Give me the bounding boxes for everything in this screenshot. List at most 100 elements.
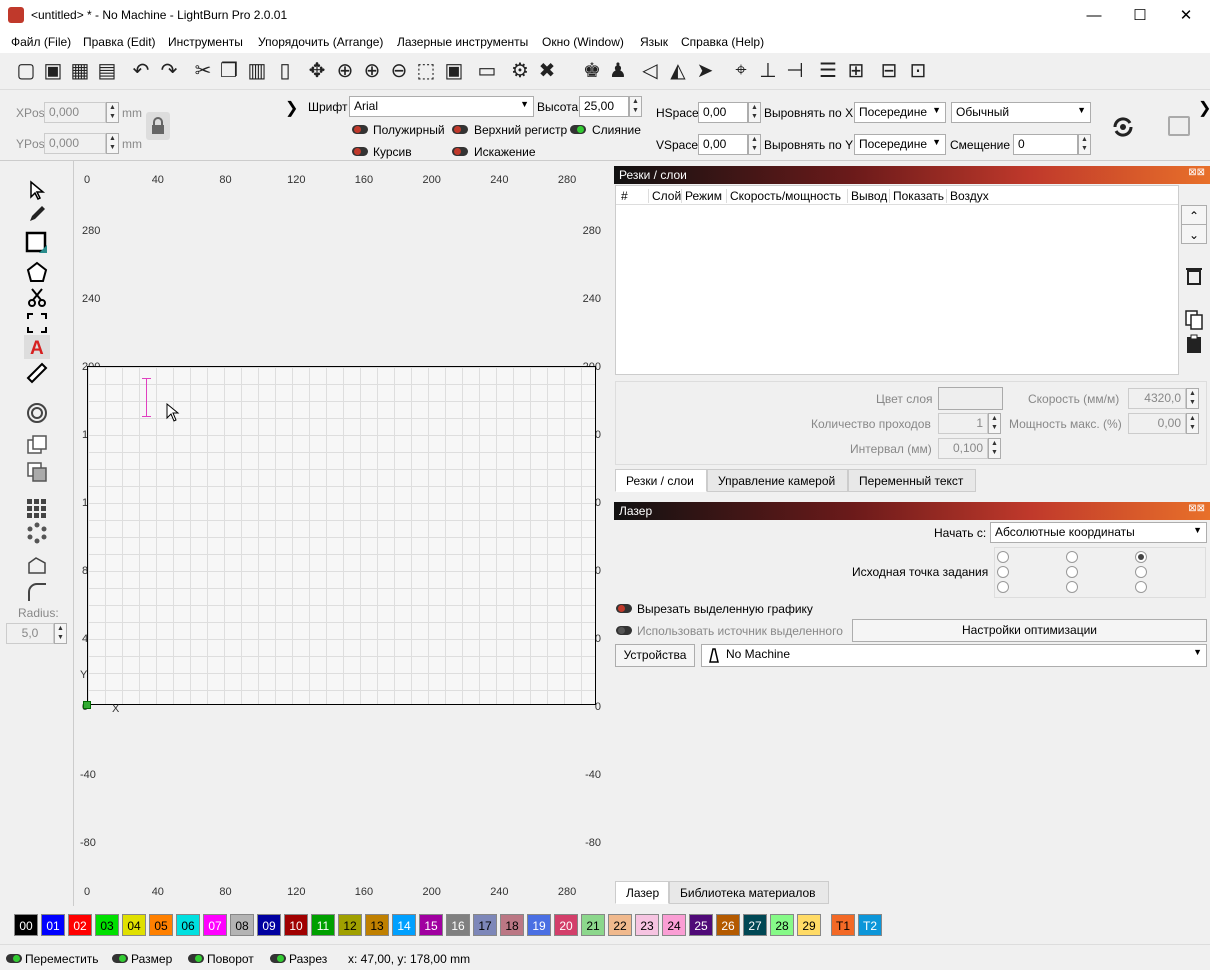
- passes-input[interactable]: 1: [938, 413, 988, 434]
- align-h-icon[interactable]: ☰: [815, 57, 841, 83]
- color-swatch-07[interactable]: 07: [203, 914, 227, 936]
- circular-array-icon[interactable]: [24, 521, 50, 545]
- color-swatch-10[interactable]: 10: [284, 914, 308, 936]
- cut-toggle[interactable]: [270, 954, 286, 963]
- cuts-column-header[interactable]: #: [621, 189, 628, 203]
- delete-icon[interactable]: ▯: [272, 57, 298, 83]
- distribute-icon[interactable]: ⊣: [782, 57, 808, 83]
- color-swatch-08[interactable]: 08: [230, 914, 254, 936]
- pen-tool-icon[interactable]: [24, 202, 50, 226]
- height-spinner[interactable]: ▲ ▼: [629, 96, 642, 117]
- color-swatch-18[interactable]: 18: [500, 914, 524, 936]
- send-icon[interactable]: ➤: [692, 57, 718, 83]
- cuts-column-header[interactable]: Вывод: [847, 189, 887, 203]
- align-v-icon[interactable]: ⊞: [843, 57, 869, 83]
- rotate-shape-icon[interactable]: [24, 554, 50, 578]
- height-input[interactable]: 25,00: [579, 96, 629, 117]
- offset-shape-icon[interactable]: [24, 401, 50, 425]
- radius-spinner[interactable]: ▲ ▼: [54, 623, 67, 644]
- undo-icon[interactable]: ↶: [128, 57, 154, 83]
- color-swatch-24[interactable]: 24: [662, 914, 686, 936]
- polygon-tool-icon[interactable]: [24, 260, 50, 284]
- color-swatch-17[interactable]: 17: [473, 914, 497, 936]
- copy-icon[interactable]: ❐: [216, 57, 242, 83]
- save-icon[interactable]: ▦: [67, 57, 93, 83]
- zoom-out-icon[interactable]: ⊖: [386, 57, 412, 83]
- hspace-spinner[interactable]: ▲ ▼: [748, 102, 761, 123]
- boolean-icon[interactable]: [24, 460, 50, 484]
- interval-input[interactable]: 0,100: [938, 438, 988, 459]
- rotate-toggle[interactable]: [188, 954, 204, 963]
- align-icon[interactable]: ◁: [637, 57, 663, 83]
- panel-close-icon[interactable]: ⊠⊠: [1188, 503, 1205, 514]
- devices-button[interactable]: Устройства: [615, 644, 695, 667]
- maximize-button[interactable]: ☐: [1117, 0, 1163, 31]
- tab-laser[interactable]: Лазер: [615, 881, 669, 904]
- paste-layer-icon[interactable]: [1185, 334, 1203, 357]
- color-swatch-02[interactable]: 02: [68, 914, 92, 936]
- menu-tools[interactable]: Инструменты: [168, 35, 243, 49]
- origin-mid-left[interactable]: [997, 566, 1009, 578]
- ungroup-icon[interactable]: ⊡: [905, 57, 931, 83]
- color-swatch-27[interactable]: 27: [743, 914, 767, 936]
- start-from-select[interactable]: Абсолютные координаты ▼: [990, 522, 1207, 543]
- mirror-icon[interactable]: ◭: [665, 57, 691, 83]
- color-swatch-05[interactable]: 05: [149, 914, 173, 936]
- offset-spinner[interactable]: ▲ ▼: [1078, 134, 1091, 155]
- merge-toggle[interactable]: [570, 125, 586, 134]
- origin-top-right[interactable]: [1135, 551, 1147, 563]
- color-swatch-16[interactable]: 16: [446, 914, 470, 936]
- cuts-column-header[interactable]: Скорость/мощность: [726, 189, 841, 203]
- menu-help[interactable]: Справка (Help): [681, 35, 764, 49]
- origin-top-left[interactable]: [997, 551, 1009, 563]
- text-mode-select[interactable]: Обычный ▼: [951, 102, 1091, 123]
- layer-color-swatch[interactable]: [938, 387, 1003, 410]
- color-swatch-01[interactable]: 01: [41, 914, 65, 936]
- menu-language[interactable]: Язык: [640, 35, 668, 49]
- vspace-input[interactable]: 0,00: [698, 134, 748, 155]
- menu-edit[interactable]: Правка (Edit): [83, 35, 156, 49]
- trash-icon[interactable]: [1185, 266, 1203, 289]
- align-center-icon[interactable]: ⊥: [755, 57, 781, 83]
- rectangle-tool-icon[interactable]: [24, 231, 50, 255]
- refresh-icon[interactable]: [1110, 114, 1136, 140]
- panel-handle-icon[interactable]: [1168, 116, 1190, 136]
- text-tool-icon[interactable]: A: [24, 335, 50, 359]
- color-swatch-28[interactable]: 28: [770, 914, 794, 936]
- hspace-input[interactable]: 0,00: [698, 102, 748, 123]
- italic-toggle[interactable]: [352, 147, 368, 156]
- camera-icon[interactable]: ▣: [441, 57, 467, 83]
- xpos-spinner[interactable]: ▲ ▼: [106, 102, 119, 123]
- tab-cuts-layers[interactable]: Резки / слои: [615, 469, 707, 492]
- color-swatch-T2[interactable]: T2: [858, 914, 882, 936]
- align-y-select[interactable]: Посередине ▼: [854, 134, 946, 155]
- bold-toggle[interactable]: [352, 125, 368, 134]
- xpos-input[interactable]: 0,000: [44, 102, 106, 123]
- origin-center[interactable]: [1066, 566, 1078, 578]
- origin-mid-right[interactable]: [1135, 566, 1147, 578]
- menu-window[interactable]: Окно (Window): [542, 35, 624, 49]
- open-folder-icon[interactable]: ▣: [40, 57, 66, 83]
- machine-select[interactable]: No Machine ▼: [701, 644, 1207, 667]
- ypos-input[interactable]: 0,000: [44, 133, 106, 154]
- settings-gears-icon[interactable]: ⚙: [507, 57, 533, 83]
- close-button[interactable]: ✕: [1163, 0, 1209, 31]
- radius-input[interactable]: 5,0: [6, 623, 54, 644]
- ypos-spinner[interactable]: ▲ ▼: [106, 133, 119, 154]
- group-icon[interactable]: ⊟: [876, 57, 902, 83]
- tools-icon[interactable]: ✖: [534, 57, 560, 83]
- new-file-icon[interactable]: ▢: [13, 57, 39, 83]
- cuts-column-header[interactable]: Показать: [889, 189, 944, 203]
- cuts-column-header[interactable]: Режим: [681, 189, 722, 203]
- more-chevron-icon[interactable]: ❯: [1198, 98, 1210, 118]
- design-canvas[interactable]: 0 40 80 120 160 200 240 280 0 40 80 120 160 200 240 28…: [73, 161, 607, 906]
- uppercase-toggle[interactable]: [452, 125, 468, 134]
- move-toggle[interactable]: [6, 954, 22, 963]
- passes-spinner[interactable]: ▲ ▼: [988, 413, 1001, 434]
- expand-chevron-icon[interactable]: ❯: [285, 98, 298, 118]
- color-swatch-03[interactable]: 03: [95, 914, 119, 936]
- color-swatch-T1[interactable]: T1: [831, 914, 855, 936]
- work-area[interactable]: [87, 366, 596, 705]
- speed-spinner[interactable]: ▲ ▼: [1186, 388, 1199, 409]
- zoom-in-icon[interactable]: ⊕: [359, 57, 385, 83]
